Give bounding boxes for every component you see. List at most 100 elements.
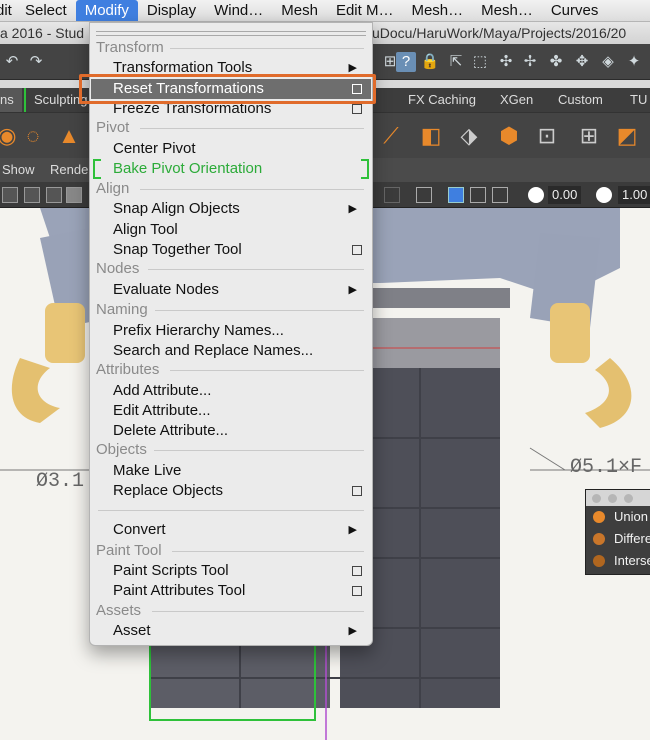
tab-fx-caching[interactable]: FX Caching xyxy=(400,88,484,112)
xray-joints-icon[interactable] xyxy=(470,187,486,203)
menu-item-bake-pivot-orientation[interactable]: Bake Pivot Orientation xyxy=(91,159,371,179)
panel-menu-show[interactable]: Show xyxy=(2,158,35,182)
menu-modify[interactable]: Modify xyxy=(75,0,138,21)
edge-tool-icon[interactable]: ⟋ xyxy=(378,123,404,149)
bool-union-label: Union xyxy=(614,509,648,524)
multi-cut-icon[interactable]: ⬗ xyxy=(456,123,482,149)
camera-icon[interactable] xyxy=(2,187,18,203)
bool-difference[interactable]: Differe xyxy=(586,528,650,550)
menu-tearoff[interactable] xyxy=(96,31,366,36)
bracket-left xyxy=(93,159,101,179)
bridge-icon[interactable]: ⊡ xyxy=(534,123,560,149)
menu-item-add-attribute[interactable]: Add Attribute... xyxy=(91,381,371,401)
help-icon[interactable]: ? xyxy=(396,52,416,72)
menu-display[interactable]: Display xyxy=(138,0,205,21)
submenu-arrow-icon: ▶ xyxy=(348,203,357,215)
menu-item-center-pivot[interactable]: Center Pivot xyxy=(91,139,371,159)
bool-union[interactable]: Union xyxy=(586,506,650,528)
minimize-icon[interactable] xyxy=(608,494,617,503)
menu-mesh[interactable]: Mesh xyxy=(272,0,327,21)
polygon-torus-icon[interactable]: ◌ xyxy=(20,123,46,149)
xray-icon[interactable] xyxy=(448,187,464,203)
tab-polygons[interactable]: ns xyxy=(0,88,22,112)
close-icon[interactable] xyxy=(592,494,601,503)
panel-titlebar[interactable] xyxy=(586,490,650,506)
window-title-left: a 2016 - Stud xyxy=(0,25,85,41)
menu-item-label: Paint Scripts Tool xyxy=(113,562,229,579)
menu-item-evaluate-nodes[interactable]: Evaluate Nodes ▶ xyxy=(91,280,371,300)
snap-surface-icon[interactable]: ◈ xyxy=(598,52,618,72)
menu-item-label: Snap Together Tool xyxy=(113,241,242,258)
option-box-icon[interactable] xyxy=(352,586,362,596)
gamma-field[interactable]: 1.00 xyxy=(618,186,650,204)
right-wrist xyxy=(550,303,590,363)
menu-curves[interactable]: Curves xyxy=(542,0,608,21)
undo-icon[interactable]: ↶ xyxy=(2,52,22,72)
menu-item-paint-scripts-tool[interactable]: Paint Scripts Tool xyxy=(91,561,371,581)
menu-item-search-replace-names[interactable]: Search and Replace Names... xyxy=(91,341,371,361)
section-objects: Objects xyxy=(96,441,147,458)
menu-item-replace-objects[interactable]: Replace Objects xyxy=(91,481,371,501)
wireframe-icon[interactable] xyxy=(24,187,40,203)
zoom-icon[interactable] xyxy=(624,494,633,503)
lock-icon[interactable]: 🔒 xyxy=(420,52,440,72)
menu-item-paint-attributes-tool[interactable]: Paint Attributes Tool xyxy=(91,581,371,601)
snap-view-icon[interactable]: ✥ xyxy=(572,52,592,72)
menu-mesh-tools[interactable]: Mesh… xyxy=(402,0,472,21)
menu-item-delete-attribute[interactable]: Delete Attribute... xyxy=(91,421,371,441)
extrude-icon[interactable]: ◧ xyxy=(418,123,444,149)
menu-edit-mesh[interactable]: Edit M… xyxy=(327,0,403,21)
snap-grid-icon[interactable]: ✣ xyxy=(496,52,516,72)
intersection-icon xyxy=(593,555,605,567)
bevel-icon[interactable]: ⬢ xyxy=(496,123,522,149)
select-camera-icon[interactable] xyxy=(416,187,432,203)
snap-point-icon[interactable]: ✤ xyxy=(546,52,566,72)
marquee-icon[interactable]: ⬚ xyxy=(470,52,490,72)
menu-item-label: Asset xyxy=(113,622,151,639)
bool-intersection[interactable]: Interse xyxy=(586,550,650,572)
menu-mesh-display[interactable]: Mesh… xyxy=(472,0,542,21)
option-box-icon[interactable] xyxy=(352,566,362,576)
option-box-icon[interactable] xyxy=(352,245,362,255)
polygon-cylinder-icon[interactable]: ◉ xyxy=(0,123,20,149)
section-attributes: Attributes xyxy=(96,361,160,378)
combine-icon[interactable]: ◩ xyxy=(614,123,640,149)
modify-menu: Transform Transformation Tools ▶ Reset Tr… xyxy=(89,22,373,646)
menu-item-snap-align-objects[interactable]: Snap Align Objects ▶ xyxy=(91,199,371,219)
exposure-icon[interactable] xyxy=(528,187,544,203)
menu-item-asset[interactable]: Asset ▶ xyxy=(91,621,371,641)
menu-item-make-live[interactable]: Make Live xyxy=(91,461,371,481)
menu-select[interactable]: Select xyxy=(16,0,76,21)
boolean-panel: Union Differe Interse xyxy=(585,489,650,575)
submenu-arrow-icon: ▶ xyxy=(348,625,357,637)
backface-icon[interactable] xyxy=(492,187,508,203)
panel-menu-renderer[interactable]: Rende xyxy=(50,158,88,182)
option-box-icon[interactable] xyxy=(352,486,362,496)
menu-item-prefix-hierarchy-names[interactable]: Prefix Hierarchy Names... xyxy=(91,321,371,341)
section-nodes: Nodes xyxy=(96,260,140,277)
menu-edit[interactable]: Edit xyxy=(0,0,16,21)
insert-edge-icon[interactable]: ⊞ xyxy=(576,123,602,149)
menu-item-snap-together-tool[interactable]: Snap Together Tool xyxy=(91,240,371,260)
menu-item-align-tool[interactable]: Align Tool xyxy=(91,220,371,240)
textured-icon[interactable] xyxy=(66,187,82,203)
menu-item-edit-attribute[interactable]: Edit Attribute... xyxy=(91,401,371,421)
menu-item-label: Add Attribute... xyxy=(113,382,212,399)
isolate-icon[interactable] xyxy=(384,187,400,203)
smooth-shade-icon[interactable] xyxy=(46,187,62,203)
tab-turtle[interactable]: TU xyxy=(622,88,650,112)
menu-windows[interactable]: Wind… xyxy=(205,0,272,21)
select-arrow-icon[interactable]: ⇱ xyxy=(446,52,466,72)
menu-item-label: Search and Replace Names... xyxy=(113,342,314,359)
snap-vertex-icon[interactable]: ✦ xyxy=(624,52,644,72)
tab-xgen[interactable]: XGen xyxy=(492,88,541,112)
menu-item-convert[interactable]: Convert ▶ xyxy=(91,520,371,540)
option-box-icon[interactable] xyxy=(352,104,362,114)
polygon-pyramid-icon[interactable]: ▲ xyxy=(56,123,82,149)
gamma-icon[interactable] xyxy=(596,187,612,203)
redo-icon[interactable]: ↷ xyxy=(26,52,46,72)
snap-curve-icon[interactable]: ✢ xyxy=(520,52,540,72)
exposure-field[interactable]: 0.00 xyxy=(548,186,582,204)
difference-icon xyxy=(593,533,605,545)
tab-custom[interactable]: Custom xyxy=(550,88,611,112)
